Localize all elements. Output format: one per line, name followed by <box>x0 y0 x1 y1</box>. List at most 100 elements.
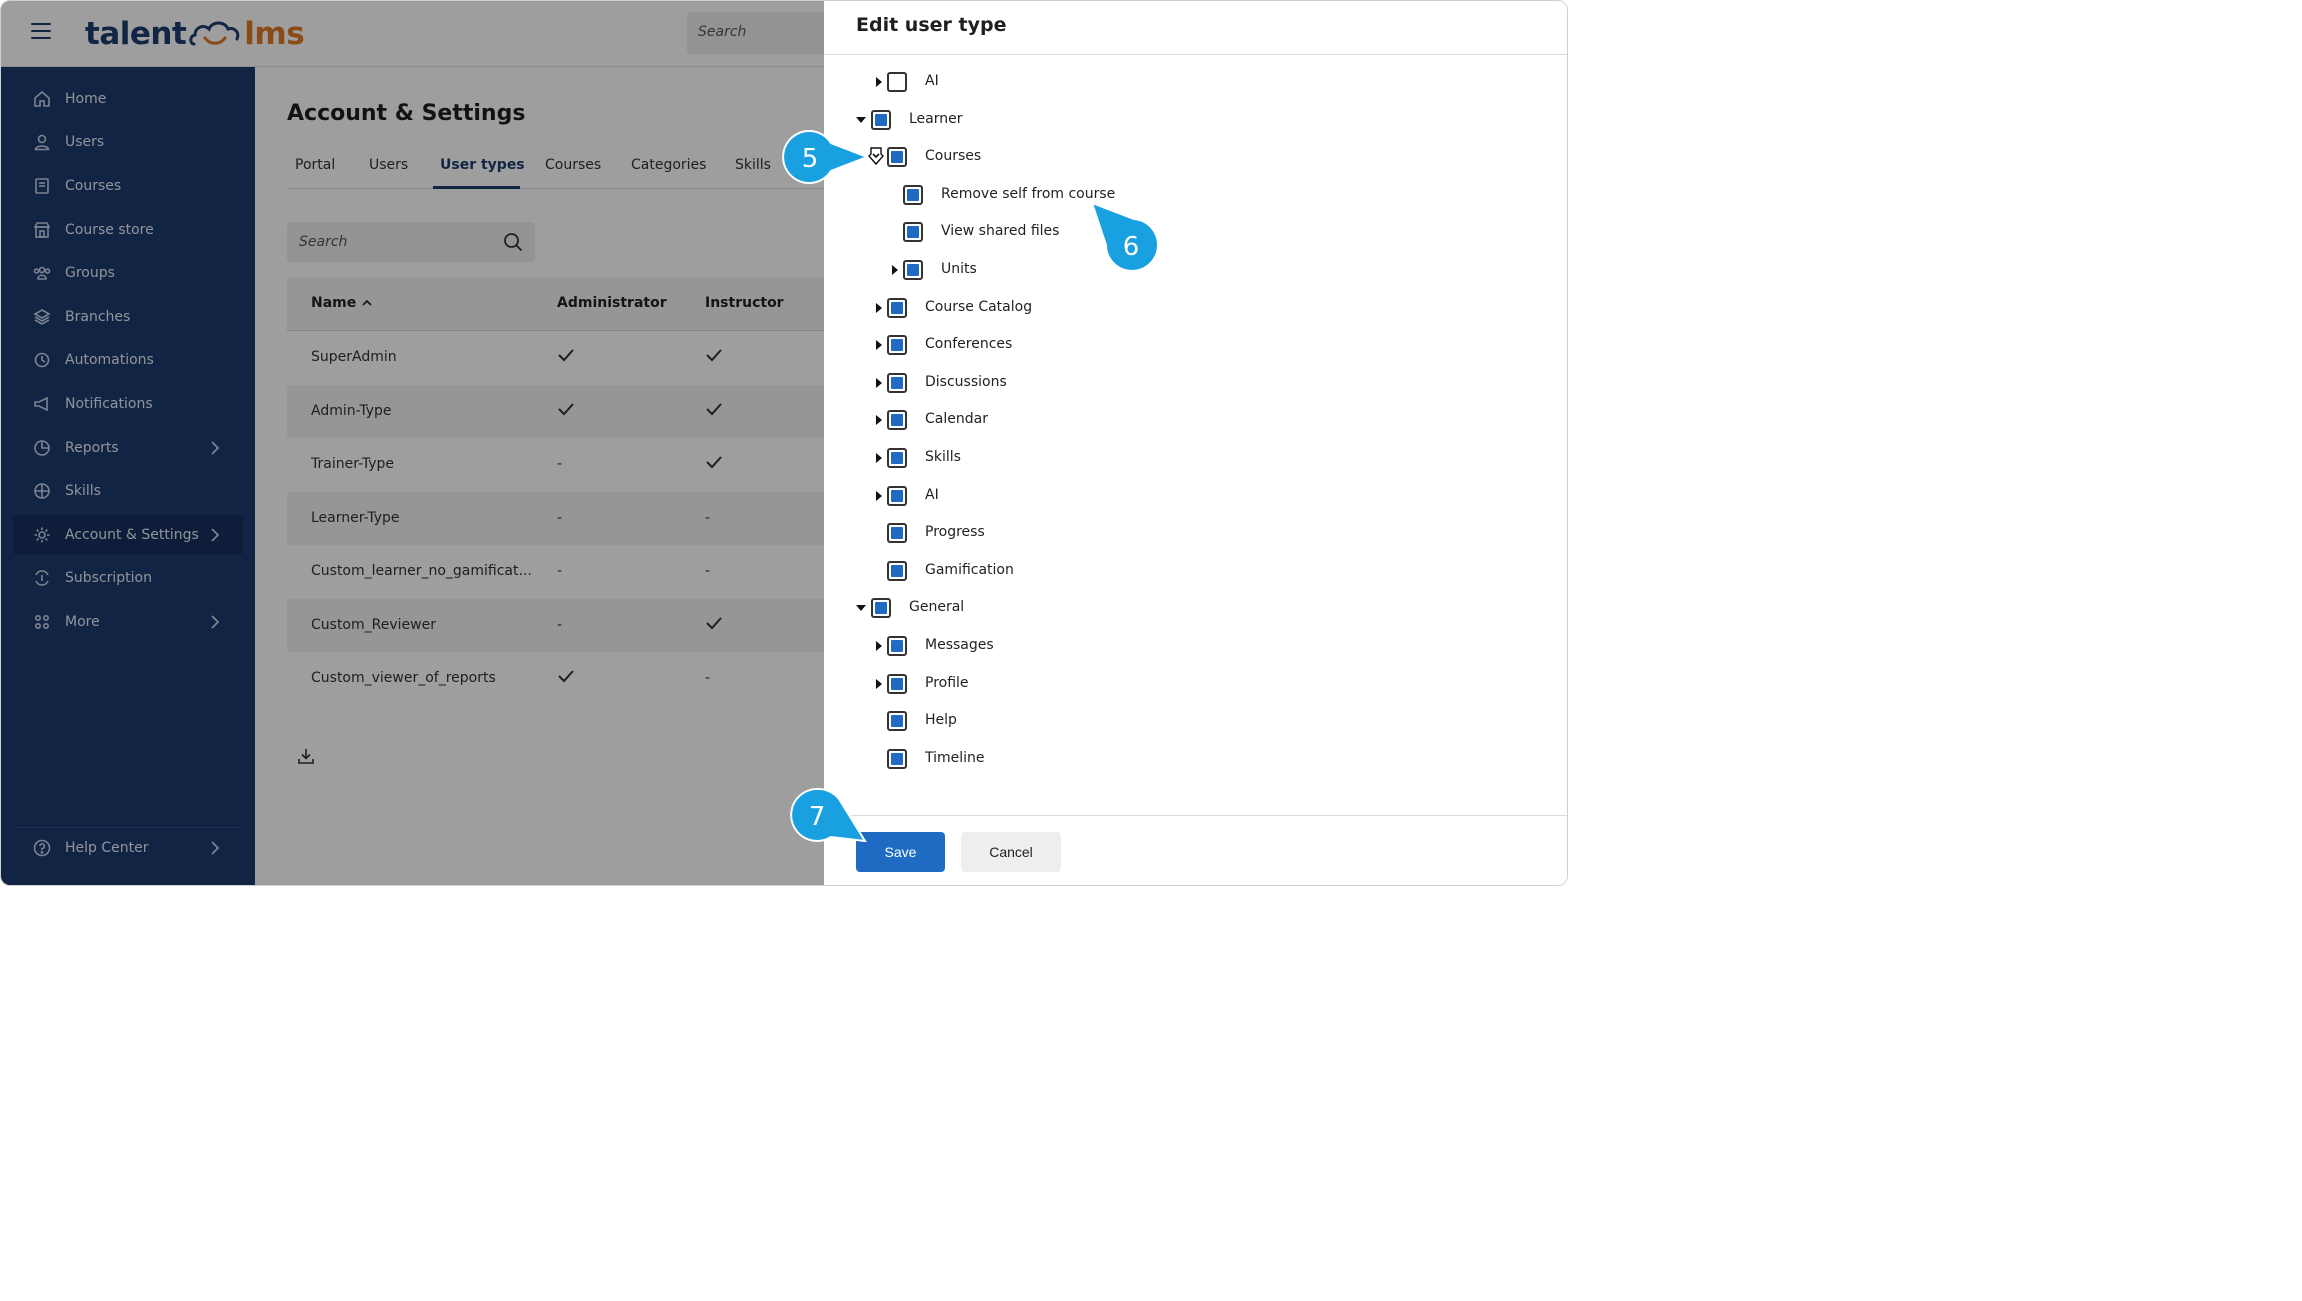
permission-row[interactable]: Remove self from course <box>824 183 1524 207</box>
sidebar-item-groups[interactable]: Groups <box>13 253 243 293</box>
table-row[interactable]: Custom_Reviewer - <box>287 598 824 652</box>
sort-ascending-icon[interactable] <box>361 298 373 308</box>
permission-row[interactable]: Conferences <box>824 333 1524 357</box>
permission-checkbox[interactable] <box>887 748 907 769</box>
caret-right-icon[interactable] <box>874 415 884 426</box>
sidebar-item-automations[interactable]: Automations <box>13 340 243 380</box>
permission-checkbox[interactable] <box>903 222 923 243</box>
caret-right-icon[interactable] <box>874 641 884 651</box>
permission-label: Conferences <box>925 336 1013 353</box>
sidebar-item-more[interactable]: More <box>13 602 243 642</box>
sidebar-item-reports[interactable]: Reports <box>13 428 243 468</box>
table-row[interactable]: Trainer-Type - <box>287 438 824 492</box>
permission-checkbox[interactable] <box>887 72 907 92</box>
permission-checkbox[interactable] <box>871 598 891 619</box>
permission-row[interactable]: Profile <box>824 672 1524 696</box>
table-row[interactable]: Custom_learner_no_gamificat... - - <box>287 545 824 599</box>
caret-right-icon[interactable] <box>874 77 884 87</box>
permission-checkbox[interactable] <box>887 297 907 318</box>
permission-row[interactable]: AI <box>824 484 1524 508</box>
permission-checkbox[interactable] <box>887 636 907 656</box>
permission-row[interactable]: Courses <box>824 145 1524 169</box>
user-types-search-input[interactable]: Search <box>287 222 535 262</box>
sidebar-item-courses[interactable]: Courses <box>13 166 243 206</box>
sidebar-item-course-store[interactable]: Course store <box>13 210 243 250</box>
permission-checkbox[interactable] <box>903 184 923 205</box>
user-icon <box>33 133 51 151</box>
permission-row[interactable]: Timeline <box>824 747 1524 771</box>
row-administrator-value: - <box>557 616 563 633</box>
sidebar-item-account-settings[interactable]: Account & Settings <box>13 515 243 555</box>
home-icon <box>33 90 51 108</box>
caret-right-icon[interactable] <box>874 377 884 388</box>
permission-row[interactable]: Skills <box>824 446 1524 470</box>
permission-row[interactable]: General <box>824 596 1524 620</box>
permission-checkbox[interactable] <box>903 260 923 280</box>
sidebar-item-skills[interactable]: Skills <box>13 471 243 511</box>
permission-checkbox[interactable] <box>887 448 907 468</box>
caret-right-icon[interactable] <box>874 453 884 463</box>
table-header: Name Administrator Instructor <box>287 277 824 331</box>
caret-right-icon[interactable] <box>874 340 884 351</box>
cancel-button[interactable]: Cancel <box>961 832 1061 872</box>
permission-row[interactable]: Progress <box>824 521 1524 545</box>
permission-row[interactable]: AI <box>824 70 1524 94</box>
save-button[interactable]: Save <box>856 832 945 872</box>
permission-checkbox[interactable] <box>887 372 907 393</box>
permission-row[interactable]: Calendar <box>824 408 1524 432</box>
check-icon <box>705 615 723 635</box>
sidebar-item-users[interactable]: Users <box>13 122 243 162</box>
permission-row[interactable]: Discussions <box>824 371 1524 395</box>
settings-tabs: Portal Users User types Courses Categori… <box>287 151 824 189</box>
permission-row[interactable]: Help <box>824 709 1524 733</box>
tab-skills[interactable]: Skills <box>735 157 771 173</box>
permission-checkbox[interactable] <box>887 147 907 168</box>
tab-users[interactable]: Users <box>369 157 408 173</box>
step-7-callout-marker: 7 <box>790 787 867 843</box>
callout-label: 6 <box>1123 232 1140 262</box>
table-row[interactable]: Learner-Type - - <box>287 491 824 545</box>
permission-row[interactable]: View shared files <box>824 220 1524 244</box>
permission-row[interactable]: Learner <box>824 108 1524 132</box>
permission-row[interactable]: Messages <box>824 634 1524 658</box>
permission-checkbox[interactable] <box>887 335 907 356</box>
groups-icon <box>33 264 51 282</box>
hamburger-menu-icon[interactable] <box>31 23 51 41</box>
table-row[interactable]: SuperAdmin <box>287 331 824 385</box>
tab-categories[interactable]: Categories <box>631 157 706 173</box>
global-search-input[interactable]: Search <box>687 12 847 54</box>
book-icon <box>33 177 51 195</box>
tab-portal[interactable]: Portal <box>295 157 335 173</box>
permission-checkbox[interactable] <box>887 673 907 694</box>
subscription-icon <box>33 569 51 587</box>
table-row[interactable]: Custom_viewer_of_reports - <box>287 652 824 706</box>
permission-checkbox[interactable] <box>871 109 891 130</box>
caret-right-icon[interactable] <box>874 678 884 689</box>
column-header-name[interactable]: Name <box>311 295 356 311</box>
caret-right-icon[interactable] <box>874 490 884 501</box>
sidebar-item-notifications[interactable]: Notifications <box>13 384 243 424</box>
permission-row[interactable]: Course Catalog <box>824 296 1524 320</box>
permission-checkbox[interactable] <box>887 485 907 506</box>
tab-user-types[interactable]: User types <box>440 157 525 173</box>
download-icon[interactable] <box>297 747 315 765</box>
help-center-link[interactable]: Help Center <box>13 827 243 867</box>
divider <box>824 815 1567 816</box>
sidebar-item-branches[interactable]: Branches <box>13 297 243 337</box>
table-row[interactable]: Admin-Type <box>287 384 824 438</box>
tab-courses[interactable]: Courses <box>545 157 601 173</box>
caret-down-icon[interactable] <box>856 603 866 613</box>
permission-checkbox[interactable] <box>887 560 907 581</box>
talentlms-logo[interactable]: talent lms <box>85 11 305 57</box>
caret-right-icon[interactable] <box>890 265 900 275</box>
permission-checkbox[interactable] <box>887 711 907 732</box>
sidebar-item-subscription[interactable]: Subscription <box>13 558 243 598</box>
permission-row[interactable]: Units <box>824 258 1524 282</box>
permission-row[interactable]: Gamification <box>824 559 1524 583</box>
caret-down-icon[interactable] <box>856 115 866 125</box>
search-icon[interactable] <box>503 232 523 252</box>
caret-right-icon[interactable] <box>874 302 884 313</box>
permission-checkbox[interactable] <box>887 523 907 544</box>
sidebar-item-home[interactable]: Home <box>13 79 243 119</box>
permission-checkbox[interactable] <box>887 410 907 431</box>
